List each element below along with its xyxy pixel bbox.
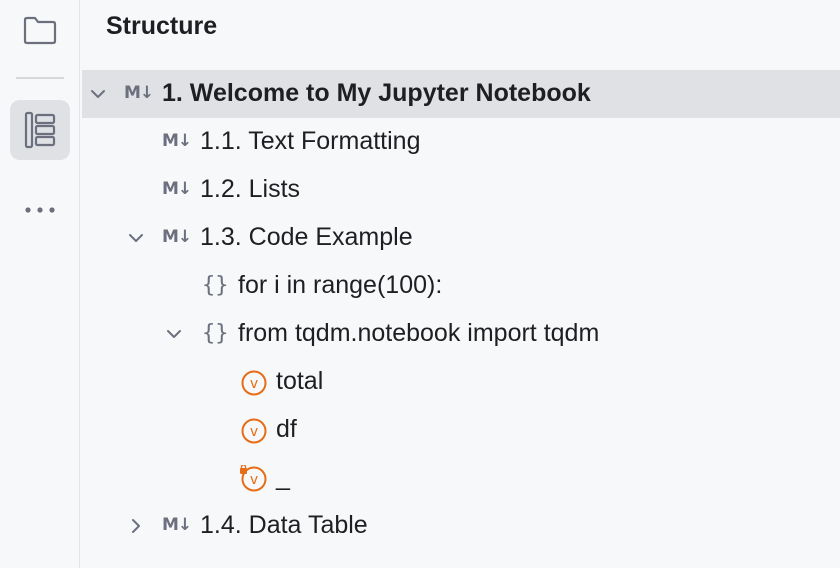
tree-node-label: from tqdm.notebook import tqdm — [238, 319, 600, 347]
structure-panel: Structure M↓ 1. Welcome to My Jupyter No… — [82, 0, 840, 568]
code-cell-icon: {} — [202, 273, 229, 298]
markdown-icon: M↓ — [162, 179, 192, 199]
tree-node-label: 1.2. Lists — [200, 175, 301, 203]
structure-tool-window: Structure M↓ 1. Welcome to My Jupyter No… — [0, 0, 840, 568]
tree-node-text-formatting[interactable]: M↓ 1.1. Text Formatting — [82, 118, 840, 166]
tree-node-code-cell-import[interactable]: {} from tqdm.notebook import tqdm — [82, 310, 840, 358]
tree-node-label: 1.4. Data Table — [200, 511, 368, 539]
chevron-down-icon[interactable] — [126, 228, 146, 248]
private-variable-icon: v — [240, 465, 267, 492]
svg-text:v: v — [250, 376, 258, 392]
tool-strip — [0, 0, 80, 568]
structure-icon — [24, 111, 56, 149]
chevron-right-icon[interactable] — [126, 516, 146, 536]
more-icon — [25, 207, 55, 213]
panel-title: Structure — [106, 12, 218, 40]
tree-node-code-cell-for-loop[interactable]: {} for i in range(100): — [82, 262, 840, 310]
folder-icon — [23, 16, 57, 45]
chevron-down-icon[interactable] — [88, 84, 108, 104]
more-tools-button[interactable] — [10, 180, 70, 240]
tree-node-label: 1.1. Text Formatting — [200, 127, 421, 155]
tree-node-label: total — [276, 367, 324, 395]
markdown-icon: M↓ — [124, 83, 154, 103]
tree-node-variable-df[interactable]: v df — [82, 406, 840, 454]
strip-separator — [16, 77, 64, 79]
svg-text:v: v — [250, 472, 258, 488]
tree-node-label: 1.3. Code Example — [200, 223, 413, 251]
tree-node-label: 1. Welcome to My Jupyter Notebook — [162, 79, 591, 107]
project-tool-button[interactable] — [10, 0, 70, 60]
markdown-icon: M↓ — [162, 515, 192, 535]
svg-text:v: v — [250, 424, 258, 440]
tree-node-variable-total[interactable]: v total — [82, 358, 840, 406]
structure-tool-button[interactable] — [10, 100, 70, 160]
markdown-icon: M↓ — [162, 227, 192, 247]
variable-icon: v — [241, 370, 267, 396]
tree-node-data-table[interactable]: M↓ 1.4. Data Table — [82, 502, 840, 550]
tree-node-label: for i in range(100): — [238, 271, 443, 299]
variable-icon: v — [241, 418, 267, 444]
chevron-down-icon[interactable] — [164, 324, 184, 344]
tree-node-label: df — [276, 415, 297, 443]
tree-node-code-example[interactable]: M↓ 1.3. Code Example — [82, 214, 840, 262]
markdown-icon: M↓ — [162, 131, 192, 151]
tree-node-welcome[interactable]: M↓ 1. Welcome to My Jupyter Notebook — [82, 70, 840, 118]
tree-node-lists[interactable]: M↓ 1.2. Lists — [82, 166, 840, 214]
tree-node-label: _ — [276, 463, 290, 491]
tree-node-variable-underscore[interactable]: v _ — [82, 454, 840, 502]
code-cell-icon: {} — [202, 321, 229, 346]
